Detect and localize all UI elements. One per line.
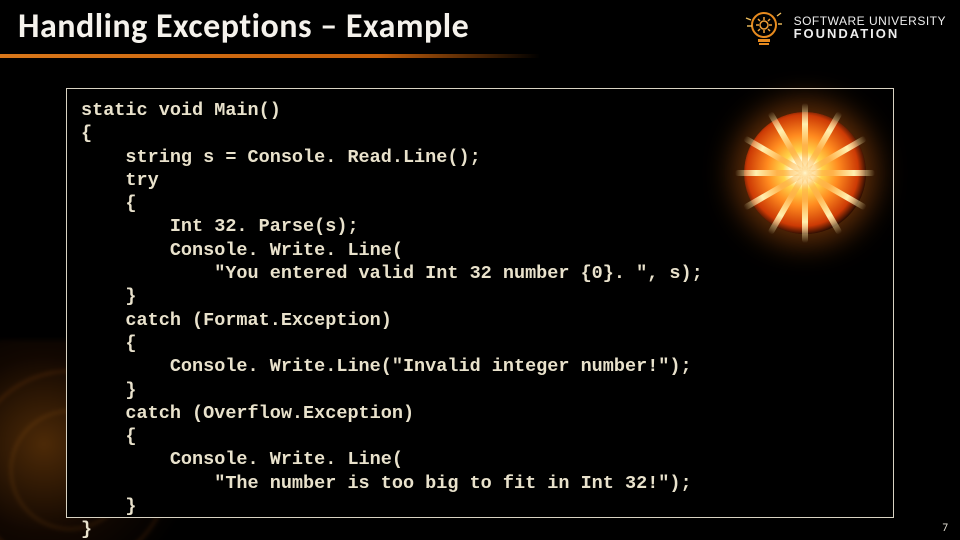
slide-title: Handling Exceptions – Example <box>18 6 469 47</box>
softuni-logo: SOFTWARE UNIVERSITY FOUNDATION <box>744 8 946 48</box>
title-underline <box>0 54 540 58</box>
lightbulb-gear-icon <box>744 8 784 48</box>
code-example-box: static void Main() { string s = Console.… <box>66 88 894 518</box>
page-number: 7 <box>942 521 948 534</box>
logo-line2: FOUNDATION <box>794 27 946 41</box>
logo-text: SOFTWARE UNIVERSITY FOUNDATION <box>794 15 946 41</box>
code-content: static void Main() { string s = Console.… <box>81 99 879 540</box>
